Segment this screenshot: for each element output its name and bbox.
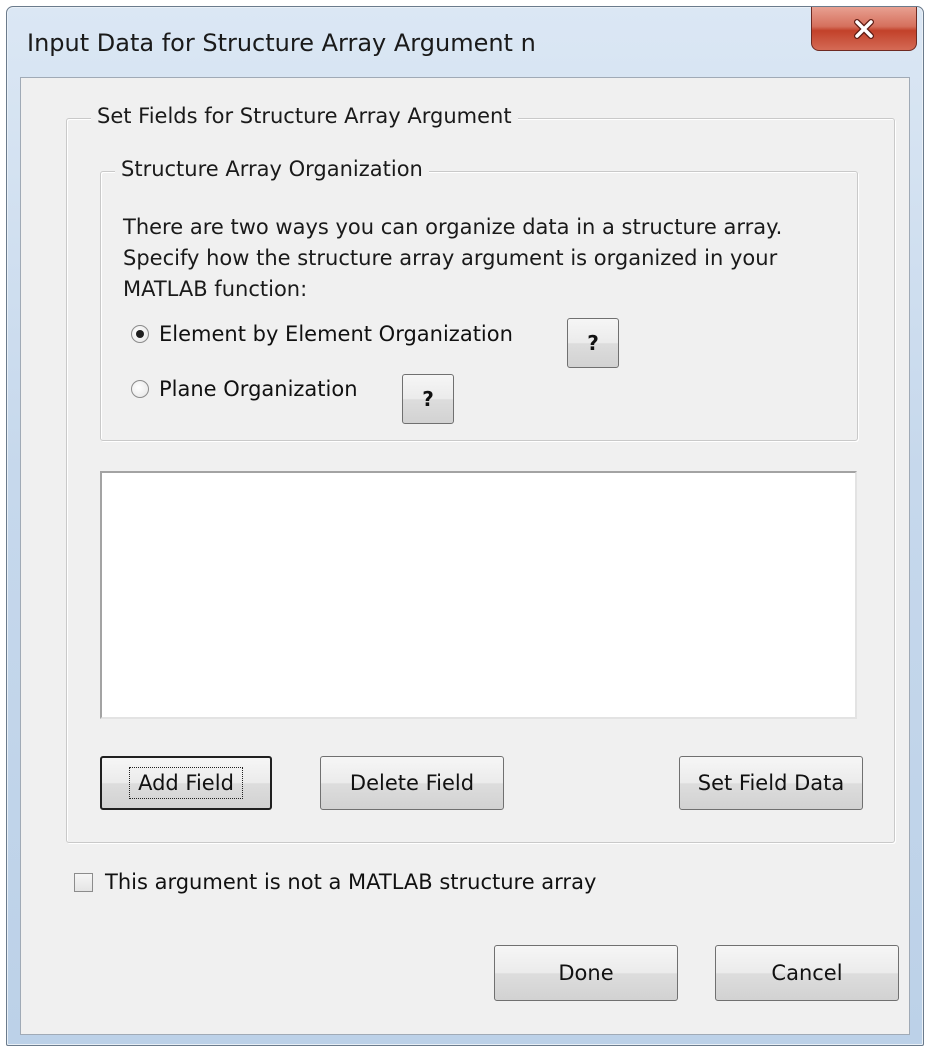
window-title: Input Data for Structure Array Argument … — [27, 29, 536, 57]
radio-plane-organization[interactable]: Plane Organization — [131, 377, 358, 401]
radio-plane-organization-indicator[interactable] — [131, 380, 149, 398]
radio-element-by-element-indicator[interactable] — [131, 325, 149, 343]
title-bar[interactable]: Input Data for Structure Array Argument … — [7, 7, 923, 77]
organization-group: Structure Array Organization There are t… — [100, 157, 858, 441]
cancel-button[interactable]: Cancel — [715, 945, 899, 1001]
set-fields-group-legend: Set Fields for Structure Array Argument — [91, 104, 518, 128]
field-list[interactable] — [100, 471, 857, 719]
not-structure-array-checkbox-box[interactable] — [74, 872, 93, 892]
close-icon — [853, 18, 875, 39]
close-button[interactable] — [811, 7, 917, 51]
delete-field-button[interactable]: Delete Field — [320, 756, 504, 810]
organization-description: There are two ways you can organize data… — [123, 215, 783, 301]
done-button[interactable]: Done — [494, 945, 678, 1001]
dialog-window: Input Data for Structure Array Argument … — [6, 6, 924, 1046]
organization-group-legend: Structure Array Organization — [115, 157, 429, 181]
plane-organization-help-button[interactable]: ? — [402, 374, 454, 424]
not-structure-array-checkbox[interactable]: This argument is not a MATLAB structure … — [74, 870, 596, 894]
not-structure-array-checkbox-label: This argument is not a MATLAB structure … — [105, 870, 597, 894]
radio-element-by-element-label: Element by Element Organization — [159, 322, 513, 346]
radio-element-by-element[interactable]: Element by Element Organization — [131, 322, 513, 346]
dialog-client-area: Set Fields for Structure Array Argument … — [20, 77, 910, 1035]
add-field-button-label: Add Field — [129, 767, 243, 799]
set-field-data-button[interactable]: Set Field Data — [679, 756, 863, 810]
radio-plane-organization-label: Plane Organization — [159, 377, 358, 401]
add-field-button[interactable]: Add Field — [100, 756, 272, 810]
element-organization-help-button[interactable]: ? — [567, 318, 619, 368]
set-fields-group: Set Fields for Structure Array Argument … — [66, 104, 895, 843]
